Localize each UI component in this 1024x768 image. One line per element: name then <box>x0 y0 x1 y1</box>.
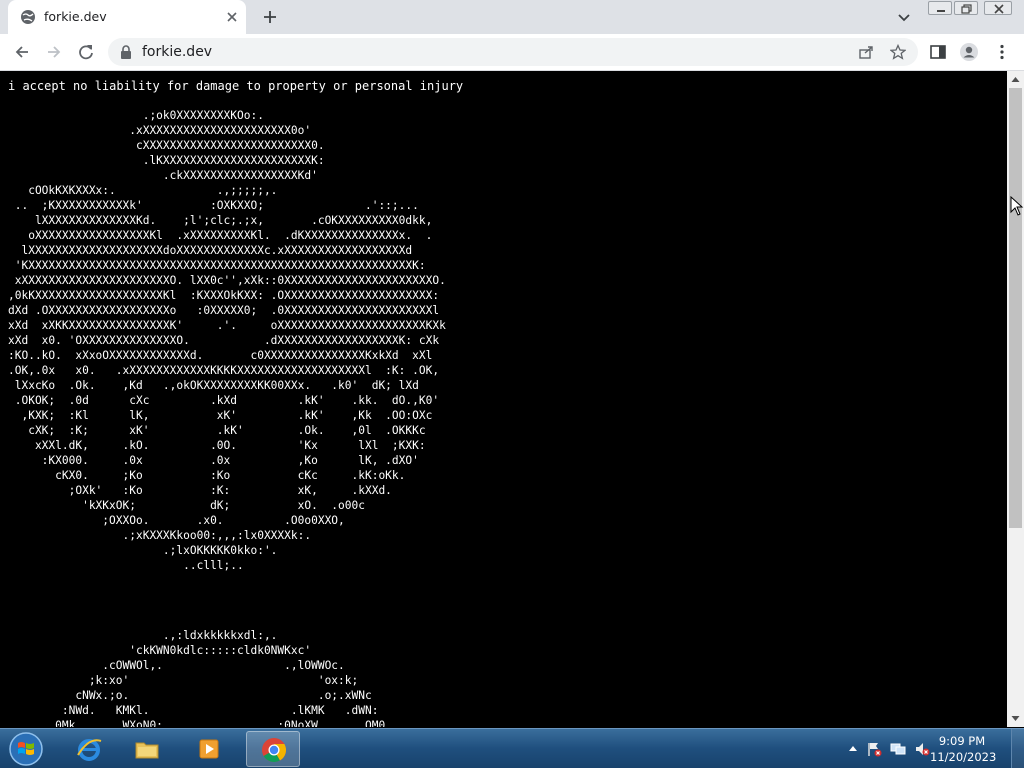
taskbar: 9:09 PM 11/20/2023 <box>0 728 1024 768</box>
forward-arrow-icon[interactable] <box>44 42 64 62</box>
ascii-line: .;xKXXXKkoo00:,,,:lx0XXXXk:. <box>8 529 312 542</box>
address-bar[interactable]: forkie.dev <box>108 38 918 66</box>
ascii-line: cKX0. ;Ko :Ko cKc .kK:oKk. <box>8 469 406 482</box>
ascii-line: 'ckKWN0kdlc:::::cldk0NWKxc' <box>8 644 312 657</box>
ascii-line: .ckXXXXXXXXXXXXXXXXXKd' <box>8 169 318 182</box>
tab-forkie-dev[interactable]: forkie.dev <box>8 0 246 34</box>
ascii-line: xXd xXKKXXXXXXXXXXXXXXXK' .'. oXXXXXXXXX… <box>8 319 446 332</box>
ascii-line: .,:ldxkkkkkxdl:,. <box>8 629 278 642</box>
profile-avatar-icon[interactable] <box>959 42 979 62</box>
side-panel-icon[interactable] <box>928 42 948 62</box>
ascii-line: :KO..kO. xXxoOXXXXXXXXXXXXd. c0XXXXXXXXX… <box>8 349 433 362</box>
taskbar-media-player[interactable] <box>182 731 236 767</box>
close-tab-icon[interactable] <box>224 9 240 25</box>
taskbar-chrome[interactable] <box>246 731 300 767</box>
ascii-line: .OK,.0x x0. .xXXXXXXXXXXXXKKKKXXXXXXXXXX… <box>8 364 440 377</box>
ascii-line: ,0kKXXXXXXXXXXXXXXXXXXXKl :KXXXOkKXX: .O… <box>8 289 440 302</box>
ascii-line: ;OXXOo. .x0. .O0o0XXO, <box>8 514 345 527</box>
lock-icon[interactable] <box>120 45 132 59</box>
ascii-line: .lKXXXXXXXXXXXXXXXXXXXXXXK: <box>8 154 325 167</box>
ascii-line: :KX000. .0x .0x ,Ko lK, .dXO' <box>8 454 419 467</box>
show-desktop-button[interactable] <box>1011 729 1024 768</box>
back-arrow-icon[interactable] <box>12 42 32 62</box>
window-close-button[interactable] <box>984 1 1012 15</box>
ascii-art-skull: .;ok0XXXXXXXXKOo:. .xXXXXXXXXXXXXXXXXXXX… <box>8 108 446 573</box>
ascii-line: ;k:xo' 'ox:k; <box>8 674 359 687</box>
ascii-line: 0Mk WXoN0: :0NoXW OM0 <box>8 719 386 727</box>
ascii-line: ,KXK; :Kl lK, xK' .kK' ,Kk .OO:OXc <box>8 409 433 422</box>
page-scrollbar[interactable] <box>1007 71 1024 727</box>
ascii-line: .;ok0XXXXXXXXKOo:. <box>8 109 264 122</box>
ascii-line: oXXXXXXXXXXXXXXXXXKl .xXXXXXXXXXKl. .dKX… <box>8 229 433 242</box>
more-menu-icon[interactable] <box>992 42 1012 62</box>
tab-strip: forkie.dev <box>0 0 1024 34</box>
tab-title: forkie.dev <box>44 9 107 24</box>
action-center-flag-icon[interactable] <box>866 741 882 757</box>
ascii-line: .. ;KXXXXXXXXXXXk' :OXKXXO; .'::;... <box>8 199 419 212</box>
ascii-line: :NWd. KMKl. .lKMK .dWN: <box>8 704 379 717</box>
ascii-line: .xXXXXXXXXXXXXXXXXXXXXXX0o' <box>8 124 312 137</box>
globe-icon <box>21 10 35 24</box>
system-clock[interactable]: 9:09 PM 11/20/2023 <box>930 733 997 765</box>
ascii-line: lXxcKo .Ok. ,Kd .,okOKXXXXXXXXKK00XXx. .… <box>8 379 419 392</box>
scroll-up-arrow-icon[interactable] <box>1011 75 1020 84</box>
clock-time: 9:09 PM <box>938 734 986 748</box>
ascii-line: xXXl.dK, .kO. .0O. 'Kx lXl ;KXK: <box>8 439 426 452</box>
chrome-icon <box>262 738 287 763</box>
url-text[interactable]: forkie.dev <box>142 44 212 60</box>
ascii-line: cXK; :K; xK' .kK' .Ok. ,0l .OKKKc <box>8 424 426 437</box>
chevron-down-icon[interactable] <box>896 9 912 25</box>
new-tab-button[interactable] <box>260 7 280 27</box>
minimize-icon <box>937 10 945 12</box>
ascii-line: xXd x0. 'OXXXXXXXXXXXXXXO. .dXXXXXXXXXXX… <box>8 334 440 347</box>
ascii-line: ;OXk' :Ko :K: xK, .kXXd. <box>8 484 392 497</box>
network-icon[interactable] <box>890 741 906 757</box>
volume-muted-icon[interactable] <box>914 741 930 757</box>
ascii-line: .;lxOKKKKK0kko:'. <box>8 544 278 557</box>
media-player-icon <box>199 739 219 759</box>
show-hidden-icons-icon[interactable] <box>845 741 861 757</box>
ascii-line: ..clll;.. <box>8 559 244 572</box>
start-button[interactable] <box>4 730 48 768</box>
ascii-line: lXXXXXXXXXXXXXXKd. ;l';clc;.;x, .cOKXXXX… <box>8 214 433 227</box>
reload-icon[interactable] <box>76 42 96 62</box>
folder-icon <box>135 742 159 759</box>
minimize-button[interactable] <box>928 1 952 15</box>
clock-date: 11/20/2023 <box>930 750 997 764</box>
ascii-line: .OKOK; .0d cXc .kXd .kK' .kk. dO.,K0' <box>8 394 440 407</box>
ascii-line: .cOWWOl,. .,lOWWOc. <box>8 659 345 672</box>
scroll-down-arrow-icon[interactable] <box>1011 714 1020 723</box>
restore-button[interactable] <box>954 1 978 15</box>
ascii-art-second: .,:ldxkkkkkxdl:,. 'ckKWN0kdlc:::::cldk0N… <box>8 628 385 727</box>
ascii-line: dXd .OXXXXXXXXXXXXXXXXXXo :0XXXXX0; .0XX… <box>8 304 440 317</box>
taskbar-file-explorer[interactable] <box>120 731 174 767</box>
restore-icon <box>961 4 972 14</box>
internet-explorer-icon <box>77 739 102 761</box>
ascii-line: cOOkKXKXXXx:. .,;;;;;,. <box>8 184 278 197</box>
share-icon[interactable] <box>858 44 874 60</box>
taskbar-internet-explorer[interactable] <box>62 731 116 767</box>
ascii-line: xXXXXXXXXXXXXXXXXXXXXXXO. lXX0c'',xXk::0… <box>8 274 446 287</box>
mouse-cursor-icon <box>1010 196 1024 216</box>
disclaimer-text: i accept no liability for damage to prop… <box>8 79 464 93</box>
bookmark-star-icon[interactable] <box>890 44 906 60</box>
close-icon <box>994 4 1004 14</box>
ascii-line: 'KXXXXXXXXXXXXXXXXXXXXXXXXXXXXXXXXXXXXXX… <box>8 259 426 272</box>
ascii-line: cXXXXXXXXXXXXXXXXXXXXXXXXX0. <box>8 139 325 152</box>
browser-toolbar: forkie.dev <box>0 34 1024 71</box>
ascii-line: lXXXXXXXXXXXXXXXXXXXXdoXXXXXXXXXXXXXc.xX… <box>8 244 413 257</box>
scroll-thumb[interactable] <box>1009 88 1022 528</box>
page-viewport: i accept no liability for damage to prop… <box>0 71 1007 727</box>
ascii-line: 'kXKxOK; dK; xO. .o00c <box>8 499 365 512</box>
ascii-line: cNWx.;o. .o;.xWNc <box>8 689 372 702</box>
